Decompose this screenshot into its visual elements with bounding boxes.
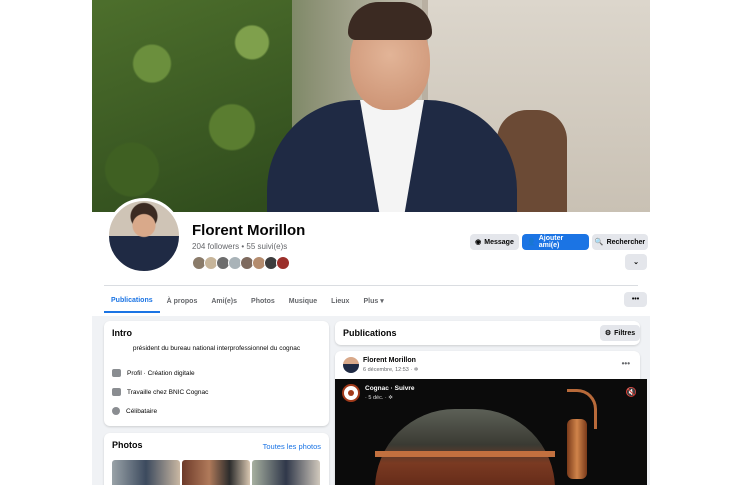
intro-row-profile: Profil · Création digitale — [112, 369, 195, 377]
intro-bio: président du bureau national interprofes… — [132, 345, 301, 352]
video-page-name[interactable]: Cognac · Suivre — [365, 385, 414, 392]
tabs-more-button[interactable]: ••• — [624, 292, 647, 307]
profile-header: Florent Morillon 204 followers • 55 suiv… — [92, 198, 650, 316]
post-card: Florent Morillon 6 décembre, 12:53 · ✲ •… — [335, 351, 647, 485]
heart-icon — [112, 407, 120, 415]
cover-person-hair — [348, 2, 432, 40]
search-button-label: Rechercher — [606, 238, 646, 246]
photo-thumbnail[interactable] — [252, 460, 320, 485]
video-timestamp: · 5 déc. · ✲ — [365, 395, 393, 401]
filter-icon: ⚙ — [604, 330, 612, 337]
shared-video[interactable]: Cognac · Suivre · 5 déc. · ✲ 🔇 — [335, 379, 647, 485]
search-icon: 🔍 — [594, 239, 604, 246]
more-actions-button[interactable]: ⌄ — [625, 254, 647, 270]
profile-tabs: Publications À propos Ami(e)s Photos Musique… — [104, 289, 391, 313]
intro-card: Intro président du bureau national inter… — [104, 321, 329, 426]
header-divider — [104, 285, 638, 286]
profile-avatar[interactable] — [106, 198, 182, 274]
profile-page: Florent Morillon 204 followers • 55 suiv… — [92, 0, 650, 485]
tab-4[interactable]: Musique — [282, 289, 324, 313]
message-button[interactable]: ◉ Message — [470, 234, 519, 250]
friend-avatar[interactable] — [276, 256, 290, 270]
video-page-avatar[interactable] — [342, 384, 360, 402]
cover-photo[interactable] — [92, 0, 650, 212]
tab-1[interactable]: À propos — [160, 289, 205, 313]
briefcase-icon — [112, 369, 121, 377]
add-friend-button[interactable]: 👤 Ajouter ami(e) — [522, 234, 589, 250]
mute-icon[interactable]: 🔇 — [626, 387, 637, 398]
intro-row-label: Profil · Création digitale — [127, 369, 195, 377]
friends-avatars[interactable] — [192, 256, 290, 270]
add-person-icon: 👤 — [527, 239, 536, 246]
video-still-band — [375, 451, 555, 457]
profile-name: Florent Morillon — [192, 222, 306, 239]
photos-title: Photos — [112, 440, 143, 450]
message-button-label: Message — [484, 238, 514, 246]
publications-header: Publications ⚙ Filtres — [335, 321, 640, 345]
video-copper-column — [567, 419, 587, 479]
tab-2[interactable]: Ami(e)s — [204, 289, 244, 313]
filters-label: Filtres — [614, 329, 636, 337]
tab-6[interactable]: Plus ▾ — [356, 289, 390, 313]
photo-thumbnails — [112, 460, 320, 485]
intro-row-label: Célibataire — [126, 407, 158, 415]
cover-foliage — [92, 0, 292, 212]
publications-title: Publications — [343, 328, 397, 338]
intro-row-label[interactable]: Travaille chez BNIC Cognac — [127, 389, 208, 396]
add-friend-label: Ajouter ami(e) — [538, 235, 564, 249]
post-options-icon[interactable]: ••• — [622, 359, 630, 368]
followers-count[interactable]: 204 followers • 55 suivi(e)s — [192, 242, 287, 251]
intro-title: Intro — [112, 328, 132, 338]
intro-row-work: Travaille chez BNIC Cognac — [112, 388, 208, 396]
tab-0[interactable]: Publications — [104, 289, 160, 313]
photos-card: Photos Toutes les photos — [104, 433, 329, 485]
all-photos-link[interactable]: Toutes les photos — [263, 442, 321, 451]
video-still-pot — [375, 409, 555, 485]
photo-thumbnail[interactable] — [112, 460, 180, 485]
post-author-name[interactable]: Florent Morillon — [363, 357, 416, 364]
messenger-icon: ◉ — [475, 239, 482, 246]
chevron-down-icon: ⌄ — [633, 259, 639, 266]
ellipsis-icon: ••• — [631, 296, 640, 303]
intro-row-relationship: Célibataire — [112, 407, 157, 415]
post-author-avatar[interactable] — [343, 357, 359, 373]
tab-3[interactable]: Photos — [244, 289, 282, 313]
work-icon — [112, 388, 121, 396]
post-timestamp[interactable]: 6 décembre, 12:53 · ✲ — [363, 367, 418, 373]
tab-5[interactable]: Lieux — [324, 289, 356, 313]
photo-thumbnail[interactable] — [182, 460, 250, 485]
filters-button[interactable]: ⚙ Filtres — [600, 325, 640, 341]
search-button[interactable]: 🔍 Rechercher — [592, 234, 648, 250]
